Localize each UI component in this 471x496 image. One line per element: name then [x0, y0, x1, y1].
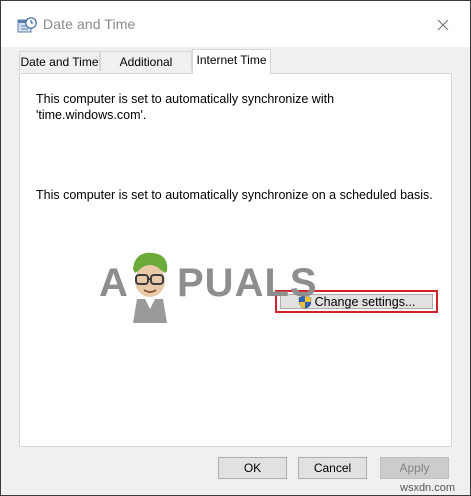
- tab-additional-clocks[interactable]: Additional Clocks: [100, 51, 192, 89]
- apply-button[interactable]: Apply: [380, 457, 449, 479]
- window-title: Date and Time: [43, 16, 136, 32]
- cancel-button[interactable]: Cancel: [298, 457, 367, 479]
- date-time-dialog: Date and Time Date and Time Additional C…: [0, 0, 471, 496]
- close-icon: [437, 19, 449, 31]
- tab-date-and-time[interactable]: Date and Time: [19, 51, 100, 71]
- site-credit: wsxdn.com: [400, 482, 456, 494]
- watermark-text: PUALS: [177, 261, 318, 305]
- change-settings-label: Change settings...: [314, 294, 416, 309]
- tab-internet-time[interactable]: Internet Time: [192, 49, 271, 74]
- ok-button[interactable]: OK: [218, 457, 287, 479]
- title-bar: Date and Time: [1, 1, 470, 47]
- appuals-watermark: A PUALS: [81, 245, 317, 333]
- mascot-icon: [133, 252, 168, 323]
- clock-calendar-icon: [17, 17, 37, 33]
- sync-schedule-text: This computer is set to automatically sy…: [36, 188, 433, 202]
- sync-server-text-line2: 'time.windows.com'.: [36, 108, 147, 122]
- sync-server-text-line1: This computer is set to automatically sy…: [36, 92, 335, 106]
- close-button[interactable]: [431, 13, 455, 37]
